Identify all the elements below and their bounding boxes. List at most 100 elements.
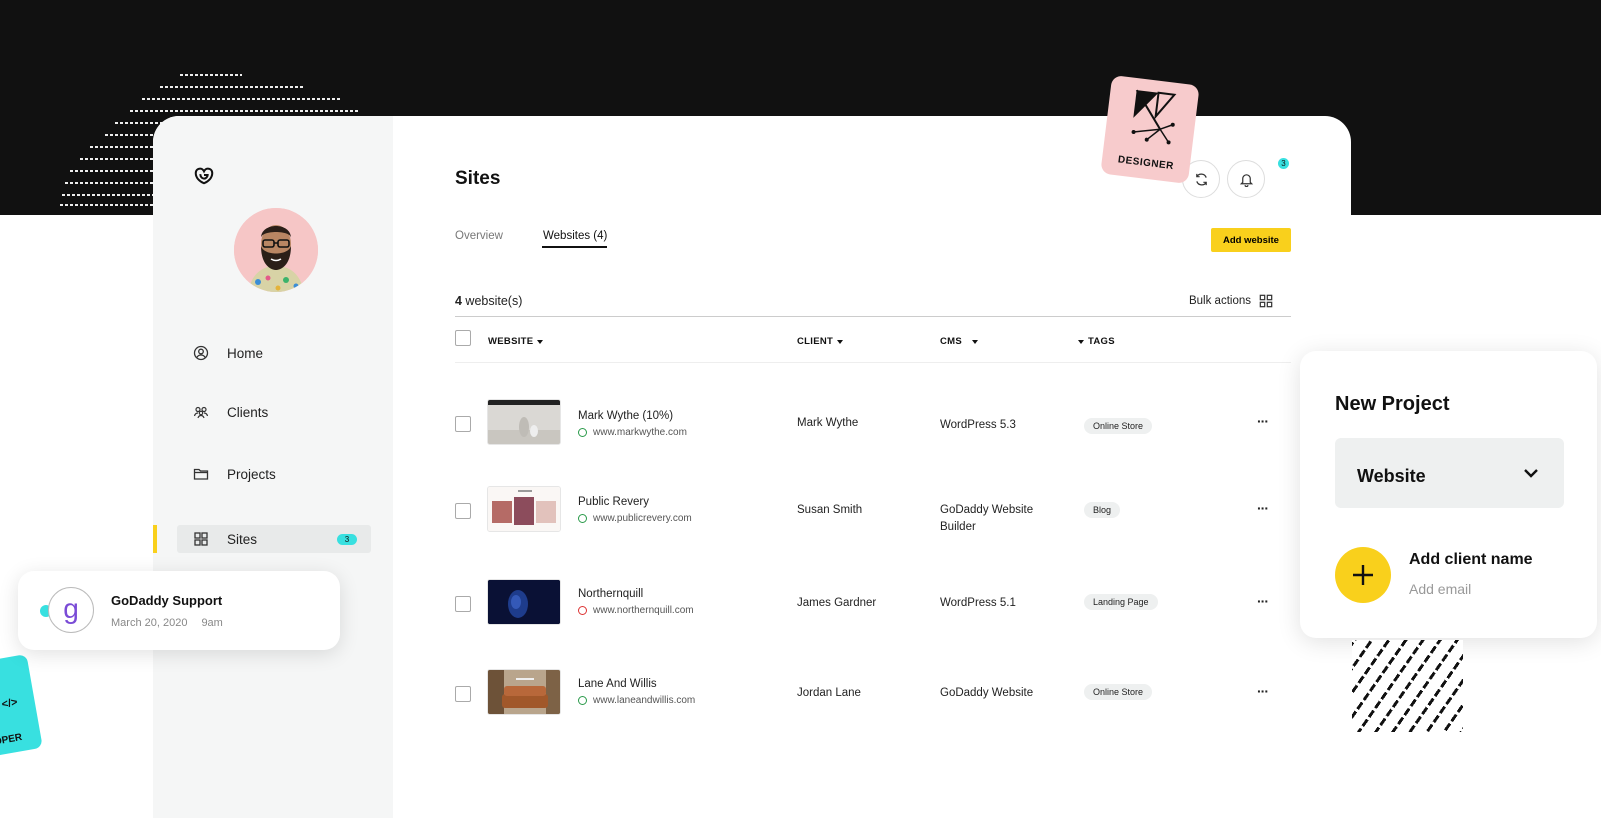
people-icon — [193, 406, 209, 419]
globe-icon — [578, 696, 587, 705]
sort-caret-icon — [972, 339, 979, 344]
site-thumbnail[interactable] — [487, 486, 561, 532]
support-notification-card[interactable]: g GoDaddy Support March 20, 2020 9am — [18, 571, 340, 650]
sidebar-item-projects[interactable]: Projects — [193, 464, 276, 484]
globe-icon — [578, 428, 587, 437]
sites-count-badge: 3 — [337, 534, 357, 545]
folder-icon — [193, 468, 209, 480]
cms-value: GoDaddy Website — [940, 687, 1034, 699]
add-client-button[interactable] — [1335, 547, 1391, 603]
site-url-text: www.markwythe.com — [593, 427, 687, 438]
grid-view-icon[interactable] — [1259, 294, 1273, 308]
site-url[interactable]: www.markwythe.com — [578, 427, 687, 438]
site-thumbnail[interactable] — [487, 669, 561, 715]
developer-label: OPER — [0, 732, 24, 748]
bulk-actions[interactable]: Bulk actions — [1189, 294, 1273, 308]
main-content: Sites Overview Websites (4) Add website … — [455, 116, 1291, 818]
grid-icon — [194, 532, 208, 546]
site-name[interactable]: Mark Wythe (10%) — [578, 410, 673, 422]
row-checkbox[interactable] — [455, 686, 471, 702]
website-count: 4 website(s) — [455, 294, 522, 308]
add-email-field[interactable]: Add email — [1409, 581, 1471, 597]
column-header-website[interactable]: WEBSITE — [488, 336, 544, 347]
cms-value: GoDaddy Website Builder — [940, 504, 1034, 533]
refresh-icon — [1195, 172, 1207, 186]
column-divider — [455, 362, 1291, 363]
column-header-client[interactable]: CLIENT — [797, 336, 844, 347]
support-time: 9am — [201, 617, 223, 629]
site-url[interactable]: www.laneandwillis.com — [578, 695, 695, 706]
sidebar-item-sites[interactable]: Sites — [193, 529, 257, 549]
row-more-button[interactable]: ··· — [1257, 593, 1269, 609]
row-more-button[interactable]: ··· — [1257, 683, 1269, 699]
row-more-button[interactable]: ··· — [1257, 500, 1269, 516]
user-circle-icon — [193, 345, 209, 361]
sort-caret-icon — [837, 339, 844, 344]
site-url[interactable]: www.publicrevery.com — [578, 513, 692, 524]
godaddy-logo-icon[interactable] — [193, 164, 215, 186]
notification-count-badge: 3 — [1278, 158, 1289, 169]
add-website-button[interactable]: Add website — [1211, 228, 1291, 252]
decorative-hatch — [1352, 640, 1463, 732]
support-date: March 20, 2020 — [111, 617, 188, 629]
sidebar-item-label: Sites — [227, 531, 258, 547]
new-project-card: New Project Website Add client name Add … — [1300, 351, 1597, 638]
sort-caret-icon — [537, 339, 544, 344]
tab-websites[interactable]: Websites (4) — [543, 230, 607, 242]
count-label: website(s) — [461, 294, 523, 308]
avatar[interactable] — [234, 208, 318, 292]
compass-icon — [1131, 89, 1177, 145]
site-thumbnail[interactable] — [487, 399, 561, 445]
tab-overview[interactable]: Overview — [455, 230, 503, 242]
sidebar-item-home[interactable]: Home — [193, 343, 263, 363]
bulk-actions-label: Bulk actions — [1188, 295, 1251, 307]
row-more-button[interactable]: ··· — [1257, 413, 1269, 429]
designer-sticker: DESIGNER — [1100, 75, 1200, 184]
client-name: Susan Smith — [797, 504, 863, 516]
tag-badge: Online Store — [1084, 684, 1153, 700]
column-label: WEBSITE — [488, 336, 534, 347]
select-value: Website — [1357, 466, 1426, 486]
cms-value: WordPress 5.3 — [940, 419, 1016, 431]
count-number: 4 — [455, 294, 462, 308]
dashboard-card: Home Clients Projects Sites 3 Sites Over… — [153, 116, 1351, 818]
page-title: Sites — [455, 168, 501, 189]
column-header-tags[interactable]: TAGS — [1078, 336, 1115, 347]
site-name[interactable]: Northernquill — [578, 588, 643, 600]
godaddy-g-logo-icon: g — [48, 587, 94, 633]
site-url[interactable]: www.northernquill.com — [578, 605, 694, 616]
sidebar-item-label: Projects — [227, 466, 276, 482]
row-checkbox[interactable] — [455, 503, 471, 519]
support-timestamp: March 20, 2020 9am — [111, 617, 223, 629]
column-header-cms[interactable]: CMS — [940, 336, 979, 347]
client-name: Mark Wythe — [797, 417, 859, 429]
bell-icon — [1239, 173, 1253, 187]
site-url-text: www.northernquill.com — [593, 605, 694, 616]
select-all-checkbox[interactable] — [455, 330, 471, 346]
sort-caret-icon — [1078, 339, 1084, 344]
project-type-select[interactable]: Website — [1335, 438, 1564, 508]
sidebar-item-clients[interactable]: Clients — [193, 402, 268, 422]
globe-icon — [578, 606, 587, 615]
sidebar-item-label: Home — [227, 345, 264, 361]
notifications-button[interactable] — [1227, 160, 1265, 198]
site-name[interactable]: Lane And Willis — [578, 678, 657, 690]
site-thumbnail[interactable] — [487, 579, 561, 625]
site-name[interactable]: Public Revery — [578, 496, 649, 508]
client-name: James Gardner — [797, 597, 877, 609]
code-text: </> — [0, 696, 19, 711]
sidebar: Home Clients Projects Sites 3 — [153, 116, 393, 818]
row-checkbox[interactable] — [455, 416, 471, 432]
row-checkbox[interactable] — [455, 596, 471, 612]
active-indicator — [153, 525, 157, 553]
globe-icon — [578, 514, 587, 523]
tag-badge: Blog — [1084, 502, 1121, 518]
new-project-title: New Project — [1335, 393, 1450, 415]
column-label: CMS — [940, 336, 963, 347]
tab-underline — [542, 246, 607, 248]
site-url-text: www.publicrevery.com — [593, 513, 692, 524]
column-label: CLIENT — [797, 336, 834, 347]
sidebar-item-label: Clients — [227, 404, 269, 420]
add-client-name-label[interactable]: Add client name — [1409, 551, 1533, 569]
tag-badge: Online Store — [1084, 418, 1153, 434]
